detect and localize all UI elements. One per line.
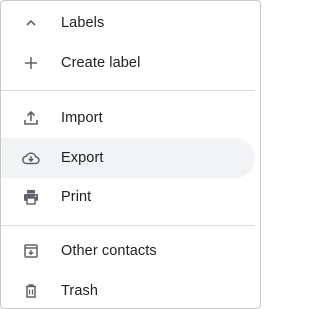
- create-label-label: Create label: [61, 55, 141, 71]
- labels-toggle[interactable]: Labels: [1, 3, 255, 43]
- export-button[interactable]: Export: [1, 138, 255, 178]
- trash-icon: [21, 281, 41, 301]
- divider: [1, 90, 255, 91]
- upload-icon: [21, 108, 41, 128]
- divider: [1, 225, 255, 226]
- labels-toggle-label: Labels: [61, 15, 105, 31]
- import-button[interactable]: Import: [1, 98, 255, 138]
- archive-icon: [21, 241, 41, 261]
- create-label-button[interactable]: Create label: [1, 43, 255, 83]
- other-contacts-label: Other contacts: [61, 243, 157, 259]
- import-label: Import: [61, 110, 103, 126]
- trash-button[interactable]: Trash: [1, 271, 255, 308]
- side-menu-panel: Labels Create label Import Export Print …: [0, 0, 261, 309]
- cloud-download-icon: [21, 148, 41, 168]
- print-label: Print: [61, 189, 92, 205]
- export-label: Export: [61, 150, 104, 166]
- chevron-up-icon: [21, 13, 41, 33]
- plus-icon: [21, 53, 41, 73]
- trash-label: Trash: [61, 283, 99, 299]
- printer-icon: [21, 187, 41, 207]
- print-button[interactable]: Print: [1, 177, 255, 217]
- other-contacts-button[interactable]: Other contacts: [1, 231, 255, 271]
